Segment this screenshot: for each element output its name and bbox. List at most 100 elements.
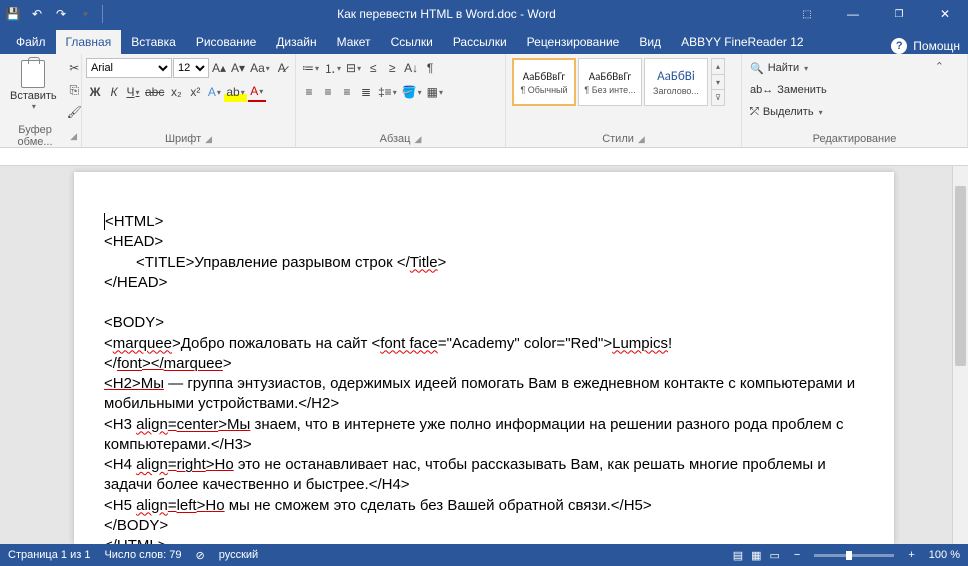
style-heading[interactable]: АаБбВі Заголово... — [644, 58, 708, 106]
gallery-scroll[interactable]: ▴▾⊽ — [711, 58, 725, 106]
zoom-in-button[interactable]: + — [908, 549, 914, 561]
clear-format-icon[interactable]: A̷ — [273, 58, 291, 78]
tab-layout[interactable]: Макет — [327, 30, 381, 54]
qat-dropdown-icon[interactable]: ▼ — [76, 5, 94, 23]
superscript-button[interactable]: x² — [186, 82, 204, 102]
launcher-icon[interactable]: ◢ — [205, 134, 212, 145]
ruler[interactable] — [0, 148, 968, 166]
print-layout-icon[interactable]: ▦ — [751, 549, 761, 562]
collapse-ribbon-icon[interactable]: ⌃ — [931, 58, 948, 75]
quick-access-toolbar: 💾 ↶ ↷ ▼ — [0, 5, 109, 23]
language[interactable]: русский — [219, 549, 258, 561]
window-controls: ⬚ — ❐ ✕ — [784, 0, 968, 28]
shading-icon[interactable]: 🪣▾ — [400, 82, 424, 102]
align-left-icon[interactable]: ≡ — [300, 82, 318, 102]
decrease-indent-icon[interactable]: ≤ — [364, 58, 382, 78]
help-icon[interactable]: ? — [891, 38, 907, 54]
clipboard-group-label: Буфер обме... — [4, 124, 66, 148]
page[interactable]: <HTML> <HEAD> <TITLE>Управление разрывом… — [74, 172, 894, 544]
window-title: Как перевести HTML в Word.doc - Word — [109, 7, 784, 21]
web-layout-icon[interactable]: ▭ — [770, 549, 780, 562]
document-text[interactable]: <HTML> <HEAD> <TITLE>Управление разрывом… — [104, 212, 864, 544]
page-number[interactable]: Страница 1 из 1 — [8, 549, 90, 561]
copy-icon[interactable]: ⎘ — [65, 80, 84, 100]
font-size-select[interactable]: 12 — [173, 58, 209, 78]
increase-indent-icon[interactable]: ≥ — [383, 58, 401, 78]
restore-button[interactable]: ❐ — [876, 0, 922, 28]
group-clipboard: Вставить ▾ ✂ ⎘ 🖌 Буфер обме... ◢ — [0, 54, 82, 147]
find-button[interactable]: 🔍Найти▾ — [746, 58, 812, 78]
styles-group-label: Стили — [602, 133, 634, 145]
zoom-slider[interactable] — [814, 554, 894, 557]
scroll-thumb[interactable] — [955, 186, 966, 366]
editing-group-label: Редактирование — [813, 133, 897, 145]
word-count[interactable]: Число слов: 79 — [104, 549, 181, 561]
tab-insert[interactable]: Вставка — [121, 30, 186, 54]
paragraph-group-label: Абзац — [380, 133, 411, 145]
save-icon[interactable]: 💾 — [4, 5, 22, 23]
ribbon-display-icon[interactable]: ⬚ — [784, 0, 830, 28]
zoom-level[interactable]: 100 % — [929, 549, 960, 561]
strike-button[interactable]: abc — [143, 82, 166, 102]
minimize-button[interactable]: — — [830, 0, 876, 28]
launcher-icon[interactable]: ◢ — [70, 131, 77, 142]
italic-button[interactable]: К — [105, 82, 123, 102]
align-center-icon[interactable]: ≡ — [319, 82, 337, 102]
show-marks-icon[interactable]: ¶ — [421, 58, 439, 78]
tab-home[interactable]: Главная — [56, 30, 122, 54]
read-mode-icon[interactable]: ▤ — [733, 549, 743, 562]
underline-button[interactable]: Ч▾ — [124, 82, 142, 102]
launcher-icon[interactable]: ◢ — [414, 134, 421, 145]
zoom-out-button[interactable]: − — [794, 549, 800, 561]
font-name-select[interactable]: Arial — [86, 58, 172, 78]
search-icon: 🔍 — [750, 62, 764, 75]
borders-icon[interactable]: ▦▾ — [425, 82, 445, 102]
multilevel-icon[interactable]: ⊟▾ — [344, 58, 363, 78]
tab-draw[interactable]: Рисование — [186, 30, 266, 54]
cut-icon[interactable]: ✂ — [65, 58, 84, 78]
font-color-icon[interactable]: A▾ — [248, 82, 266, 102]
tab-mailings[interactable]: Рассылки — [443, 30, 517, 54]
highlight-icon[interactable]: ab▾ — [224, 82, 246, 102]
style-nospacing[interactable]: АаБбВвГг ¶ Без инте... — [578, 58, 642, 106]
sort-icon[interactable]: A↓ — [402, 58, 420, 78]
subscript-button[interactable]: x₂ — [167, 82, 185, 102]
vertical-scrollbar[interactable] — [952, 166, 968, 544]
text-effects-icon[interactable]: A▾ — [205, 82, 223, 102]
group-styles: АаБбВвГг ¶ Обычный АаБбВвГг ¶ Без инте..… — [506, 54, 742, 147]
tell-me-label[interactable]: Помощн — [913, 39, 960, 53]
line-spacing-icon[interactable]: ‡≡▾ — [376, 82, 399, 102]
replace-icon: ab↔ — [750, 84, 773, 96]
bullets-icon[interactable]: ≔▾ — [300, 58, 321, 78]
justify-icon[interactable]: ≣ — [357, 82, 375, 102]
styles-gallery[interactable]: АаБбВвГг ¶ Обычный АаБбВвГг ¶ Без инте..… — [510, 56, 727, 108]
numbering-icon[interactable]: ⒈▾ — [322, 58, 343, 78]
document-area: <HTML> <HEAD> <TITLE>Управление разрывом… — [0, 166, 968, 544]
align-right-icon[interactable]: ≡ — [338, 82, 356, 102]
bold-button[interactable]: Ж — [86, 82, 104, 102]
redo-icon[interactable]: ↷ — [52, 5, 70, 23]
tab-abbyy[interactable]: ABBYY FineReader 12 — [671, 30, 814, 54]
change-case-icon[interactable]: Aa▾ — [248, 58, 272, 78]
undo-icon[interactable]: ↶ — [28, 5, 46, 23]
paste-button[interactable]: Вставить ▾ — [4, 56, 63, 115]
format-painter-icon[interactable]: 🖌 — [65, 102, 84, 122]
proofing-icon[interactable]: ⊘ — [196, 549, 205, 562]
grow-font-icon[interactable]: A▴ — [210, 58, 228, 78]
launcher-icon[interactable]: ◢ — [638, 134, 645, 145]
tab-review[interactable]: Рецензирование — [517, 30, 630, 54]
group-paragraph: ≔▾ ⒈▾ ⊟▾ ≤ ≥ A↓ ¶ ≡ ≡ ≡ ≣ ‡≡▾ 🪣▾ ▦▾ Абза… — [296, 54, 506, 147]
ribbon-tabs: Файл Главная Вставка Рисование Дизайн Ма… — [0, 28, 968, 54]
font-group-label: Шрифт — [165, 133, 201, 145]
paste-icon — [21, 60, 45, 88]
tab-file[interactable]: Файл — [6, 30, 56, 54]
replace-button[interactable]: ab↔Заменить — [746, 80, 831, 100]
view-buttons: ▤ ▦ ▭ — [733, 549, 780, 562]
close-button[interactable]: ✕ — [922, 0, 968, 28]
select-button[interactable]: ⤱Выделить▾ — [746, 102, 827, 122]
tab-design[interactable]: Дизайн — [266, 30, 326, 54]
tab-view[interactable]: Вид — [629, 30, 671, 54]
shrink-font-icon[interactable]: A▾ — [229, 58, 247, 78]
style-normal[interactable]: АаБбВвГг ¶ Обычный — [512, 58, 576, 106]
tab-references[interactable]: Ссылки — [381, 30, 443, 54]
